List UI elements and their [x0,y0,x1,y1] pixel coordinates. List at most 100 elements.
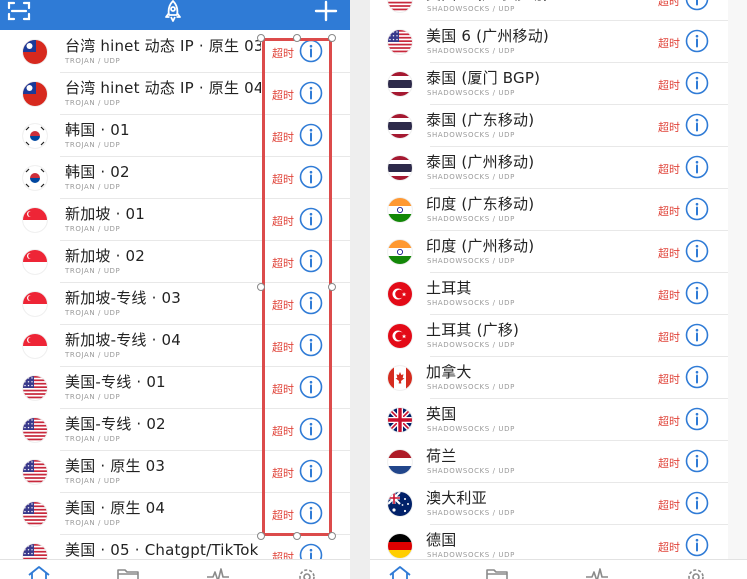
server-name: 台湾 hinet 动态 IP · 原生 03... [65,37,261,55]
latency-status: 超时 [272,467,294,480]
info-icon[interactable] [299,81,323,105]
info-icon[interactable] [685,491,709,515]
server-row[interactable]: 印度 (广东移动) SHADOWSOCKS / UDP 超时 [370,189,728,231]
server-row[interactable]: 英国 SHADOWSOCKS / UDP 超时 [370,399,728,441]
server-protocol: SHADOWSOCKS / UDP [427,89,515,97]
server-row[interactable]: 泰国 (广东移动) SHADOWSOCKS / UDP 超时 [370,105,728,147]
gear-icon[interactable] [683,564,709,579]
info-icon[interactable] [685,281,709,305]
usa-flag-icon [23,502,47,526]
usa-flag-icon [23,418,47,442]
canada-flag-icon [388,366,412,390]
server-row[interactable]: 荷兰 SHADOWSOCKS / UDP 超时 [370,441,728,483]
gear-icon[interactable] [294,564,320,579]
info-icon[interactable] [685,0,709,11]
info-icon[interactable] [685,155,709,179]
server-row[interactable]: 台湾 hinet 动态 IP · 原生 04... TROJAN / UDP 超… [0,73,350,115]
server-row[interactable]: 新加坡 · 02 TROJAN / UDP 超时 [0,241,350,283]
info-icon[interactable] [299,501,323,525]
info-icon[interactable] [299,123,323,147]
india-flag-icon [388,240,412,264]
server-row[interactable]: 韩国 · 02 TROJAN / UDP 超时 [0,157,350,199]
info-icon[interactable] [685,323,709,347]
folder-icon[interactable] [484,564,510,579]
server-row[interactable]: 美国 · 原生 03 TROJAN / UDP 超时 [0,451,350,493]
server-protocol: SHADOWSOCKS / UDP [427,341,515,349]
info-icon[interactable] [685,113,709,137]
info-icon[interactable] [299,375,323,399]
latency-status: 超时 [658,373,680,386]
info-icon[interactable] [299,207,323,231]
server-row[interactable]: 土耳其 (广移) SHADOWSOCKS / UDP 超时 [370,315,728,357]
server-name: 台湾 hinet 动态 IP · 原生 04... [65,79,261,97]
info-icon[interactable] [299,291,323,315]
server-row[interactable]: 土耳其 SHADOWSOCKS / UDP 超时 [370,273,728,315]
server-protocol: TROJAN / UDP [65,351,121,359]
info-icon[interactable] [685,407,709,431]
server-protocol: TROJAN / UDP [65,57,121,65]
server-protocol: SHADOWSOCKS / UDP [427,425,515,433]
latency-status: 超时 [272,299,294,312]
info-icon[interactable] [299,417,323,441]
home-icon[interactable] [26,564,52,579]
server-row[interactable]: 澳大利亚 SHADOWSOCKS / UDP 超时 [370,483,728,525]
rocket-icon[interactable] [160,0,186,24]
folder-icon[interactable] [115,564,141,579]
info-icon[interactable] [685,533,709,557]
server-protocol: TROJAN / UDP [65,267,121,275]
server-protocol: SHADOWSOCKS / UDP [427,215,515,223]
server-row[interactable]: 美国-专线 · 01 TROJAN / UDP 超时 [0,367,350,409]
server-row[interactable]: 新加坡-专线 · 03 TROJAN / UDP 超时 [0,283,350,325]
server-row[interactable]: 新加坡-专线 · 04 TROJAN / UDP 超时 [0,325,350,367]
server-protocol: TROJAN / UDP [65,393,121,401]
server-protocol: TROJAN / UDP [65,309,121,317]
info-icon[interactable] [685,197,709,221]
server-row[interactable]: 泰国 (广州移动) SHADOWSOCKS / UDP 超时 [370,147,728,189]
server-row[interactable]: 加拿大 SHADOWSOCKS / UDP 超时 [370,357,728,399]
info-icon[interactable] [299,459,323,483]
latency-status: 超时 [658,0,680,8]
info-icon[interactable] [299,165,323,189]
server-row[interactable]: 泰国 (厦门 BGP) SHADOWSOCKS / UDP 超时 [370,63,728,105]
info-icon[interactable] [685,449,709,473]
info-icon[interactable] [685,239,709,263]
server-row[interactable]: 美国 5 (广东移动) SHADOWSOCKS / UDP 超时 [370,0,728,21]
netherlands-flag-icon [388,450,412,474]
server-protocol: SHADOWSOCKS / UDP [427,299,515,307]
activity-icon[interactable] [205,564,231,579]
server-protocol: TROJAN / UDP [65,435,121,443]
resize-handle [328,34,336,42]
info-icon[interactable] [299,333,323,357]
plus-icon[interactable] [312,0,340,24]
singapore-flag-icon [23,292,47,316]
turkey-flag-icon [388,282,412,306]
latency-status: 超时 [658,331,680,344]
activity-icon[interactable] [584,564,610,579]
server-name: 土耳其 [426,279,472,297]
latency-status: 超时 [272,47,294,60]
server-protocol: SHADOWSOCKS / UDP [427,173,515,181]
server-row[interactable]: 美国 · 原生 04 TROJAN / UDP 超时 [0,493,350,535]
server-row[interactable]: 新加坡 · 01 TROJAN / UDP 超时 [0,199,350,241]
server-name: 泰国 (广东移动) [426,111,535,129]
thailand-flag-icon [388,114,412,138]
info-icon[interactable] [685,365,709,389]
home-icon[interactable] [387,564,413,579]
server-row[interactable]: 韩国 · 01 TROJAN / UDP 超时 [0,115,350,157]
server-name: 印度 (广东移动) [426,195,535,213]
server-row[interactable]: 美国-专线 · 02 TROJAN / UDP 超时 [0,409,350,451]
server-row[interactable]: 美国 6 (广州移动) SHADOWSOCKS / UDP 超时 [370,21,728,63]
uk-flag-icon [388,408,412,432]
latency-status: 超时 [658,289,680,302]
server-row[interactable]: 印度 (广州移动) SHADOWSOCKS / UDP 超时 [370,231,728,273]
server-protocol: SHADOWSOCKS / UDP [427,467,515,475]
server-protocol: TROJAN / UDP [65,225,121,233]
info-icon[interactable] [685,71,709,95]
server-protocol: SHADOWSOCKS / UDP [427,257,515,265]
info-icon[interactable] [685,29,709,53]
right-screen: 美国 5 (广东移动) SHADOWSOCKS / UDP 超时 美国 6 (广… [370,0,747,579]
latency-status: 超时 [658,415,680,428]
scan-icon[interactable] [6,0,32,22]
info-icon[interactable] [299,39,323,63]
info-icon[interactable] [299,249,323,273]
